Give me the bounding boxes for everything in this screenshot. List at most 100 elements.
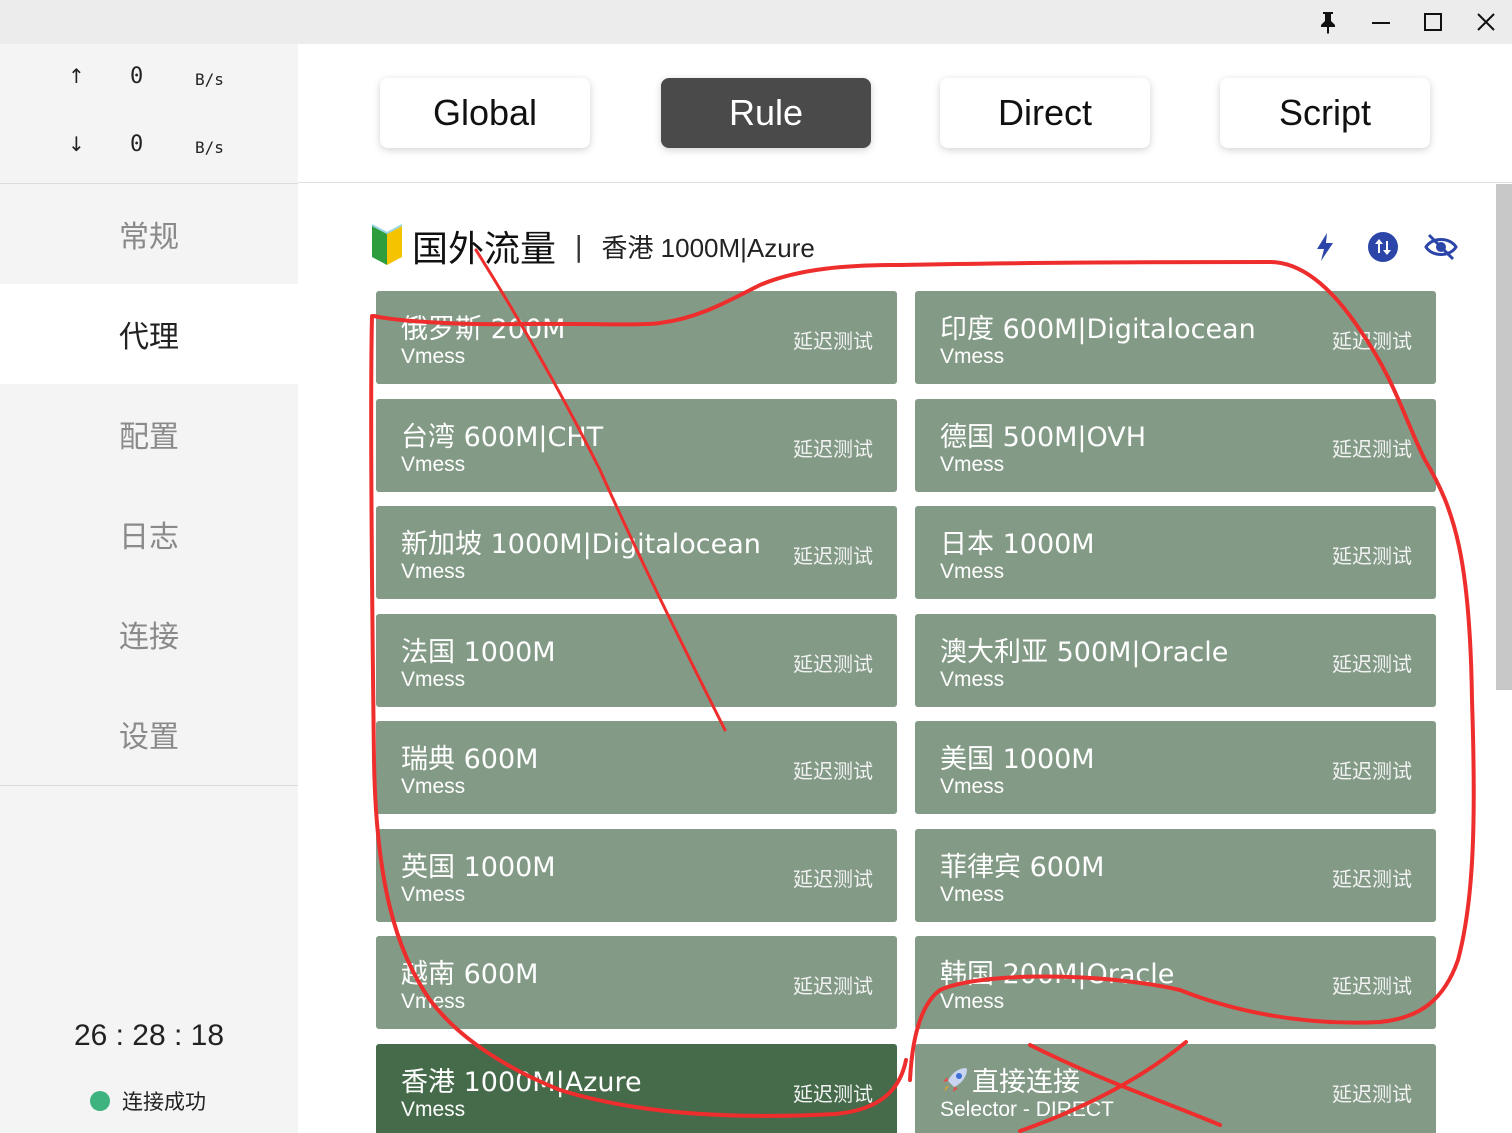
proxy-name-text: 瑞典 600M <box>401 744 539 775</box>
download-arrow-icon: ↓ <box>68 132 85 156</box>
latency-test-button[interactable]: 延迟测试 <box>1332 433 1412 462</box>
proxy-card[interactable]: 台湾 600M|CHT Vmess 延迟测试 <box>376 398 897 492</box>
proxy-name: 法国 1000M <box>401 630 556 669</box>
proxy-type: Vmess <box>940 990 1005 1013</box>
nav-item-label: 常规 <box>119 220 179 255</box>
sort-swap-icon[interactable] <box>1366 230 1400 264</box>
latency-test-button[interactable]: 延迟测试 <box>793 540 873 569</box>
proxy-card[interactable]: 越南 600M Vmess 延迟测试 <box>376 936 897 1029</box>
proxy-card[interactable]: 法国 1000M Vmess 延迟测试 <box>376 613 897 707</box>
sidebar: ↑ 0 B/s ↓ 0 B/s 常规 代理 配置 日志 连接 设置 26 : 2… <box>0 44 298 1133</box>
latency-test-button[interactable]: 延迟测试 <box>1332 755 1412 784</box>
upload-unit: B/s <box>195 70 224 89</box>
mode-script-button[interactable]: Script <box>1220 78 1430 148</box>
proxy-card[interactable]: 瑞典 600M Vmess 延迟测试 <box>376 721 897 814</box>
connection-status: 连接成功 <box>90 1086 206 1116</box>
nav-item-profiles[interactable]: 配置 <box>0 384 298 484</box>
proxy-type: Vmess <box>401 882 466 906</box>
proxy-name-text: 印度 600M|Digitalocean <box>940 314 1256 345</box>
nav-item-logs[interactable]: 日志 <box>0 484 298 584</box>
upload-arrow-icon: ↑ <box>68 64 85 88</box>
lightning-icon[interactable] <box>1308 230 1342 264</box>
nav-item-label: 日志 <box>119 520 179 555</box>
proxy-name-text: 澳大利亚 500M|Oracle <box>940 636 1229 668</box>
nav-item-settings[interactable]: 设置 <box>0 684 298 784</box>
proxy-type: Vmess <box>401 560 466 583</box>
proxy-card[interactable]: 直接连接 Selector - DIRECT 延迟测试 <box>915 1043 1436 1133</box>
proxy-card[interactable]: 印度 600M|Digitalocean Vmess 延迟测试 <box>915 291 1436 384</box>
proxy-group-header: 国外流量 | 香港 1000M|Azure <box>370 216 815 276</box>
proxy-card[interactable]: 俄罗斯 200M Vmess 延迟测试 <box>376 291 897 384</box>
proxy-name-text: 韩国 200M|Oracle <box>940 959 1175 990</box>
mode-direct-button[interactable]: Direct <box>940 78 1150 148</box>
pin-icon[interactable] <box>1308 4 1348 40</box>
download-unit: B/s <box>195 138 224 157</box>
proxy-card[interactable]: 澳大利亚 500M|Oracle Vmess 延迟测试 <box>915 613 1436 707</box>
proxy-card[interactable]: 日本 1000M Vmess 延迟测试 <box>915 506 1436 599</box>
proxy-card[interactable]: 英国 1000M Vmess 延迟测试 <box>376 828 897 922</box>
proxy-name: 韩国 200M|Oracle <box>940 952 1174 991</box>
proxy-name-text: 俄罗斯 200M <box>401 314 566 345</box>
download-value: 0 <box>130 132 144 157</box>
proxy-name-text: 直接连接 <box>972 1066 1080 1098</box>
minimize-icon[interactable] <box>1361 4 1401 40</box>
proxy-card[interactable]: 新加坡 1000M|Digitalocean Vmess 延迟测试 <box>376 506 897 599</box>
proxy-card[interactable]: 菲律宾 600M Vmess 延迟测试 <box>915 828 1436 922</box>
nav-item-proxy[interactable]: 代理 <box>0 284 298 384</box>
group-separator: | <box>574 229 584 263</box>
proxy-card[interactable]: 美国 1000M Vmess 延迟测试 <box>915 721 1436 814</box>
latency-test-button[interactable]: 延迟测试 <box>1332 970 1412 999</box>
proxy-name: 英国 1000M <box>401 845 556 884</box>
mode-rule-button[interactable]: Rule <box>661 78 871 148</box>
proxy-name: 瑞典 600M <box>401 737 538 776</box>
latency-test-button[interactable]: 延迟测试 <box>793 970 873 999</box>
proxy-name-text: 新加坡 1000M|Digitalocean <box>401 529 761 560</box>
nav-item-general[interactable]: 常规 <box>0 184 298 284</box>
traffic-panel: ↑ 0 B/s ↓ 0 B/s <box>0 44 298 184</box>
latency-test-button[interactable]: 延迟测试 <box>793 863 873 892</box>
proxy-type: Vmess <box>940 452 1005 476</box>
nav-item-label: 代理 <box>119 320 179 355</box>
main-panel: Global Rule Direct Script 国外流量 | 香港 1000… <box>298 44 1512 1133</box>
proxy-type: Vmess <box>401 775 466 798</box>
latency-test-button[interactable]: 延迟测试 <box>1332 1078 1412 1107</box>
group-title: 国外流量 <box>412 229 557 270</box>
proxy-name: 新加坡 1000M|Digitalocean <box>401 522 761 561</box>
proxy-type: Vmess <box>401 1097 466 1121</box>
proxy-type: Vmess <box>940 560 1005 583</box>
nav-item-connections[interactable]: 连接 <box>0 584 298 684</box>
latency-test-button[interactable]: 延迟测试 <box>793 755 873 784</box>
latency-test-button[interactable]: 延迟测试 <box>793 325 873 354</box>
mode-global-button[interactable]: Global <box>380 78 590 148</box>
proxy-type: Vmess <box>401 667 466 691</box>
nav-divider <box>0 785 298 786</box>
latency-test-button[interactable]: 延迟测试 <box>793 433 873 462</box>
proxy-card[interactable]: 德国 500M|OVH Vmess 延迟测试 <box>915 398 1436 492</box>
proxy-name: 台湾 600M|CHT <box>401 415 603 454</box>
latency-test-button[interactable]: 延迟测试 <box>1332 540 1412 569</box>
title-bar <box>0 0 1512 44</box>
latency-test-button[interactable]: 延迟测试 <box>793 1078 873 1107</box>
rocket-icon <box>940 1067 972 1098</box>
close-icon[interactable] <box>1466 4 1506 40</box>
eye-slash-icon[interactable] <box>1424 230 1458 264</box>
proxy-card[interactable]: 韩国 200M|Oracle Vmess 延迟测试 <box>915 936 1436 1029</box>
nav-item-label: 连接 <box>119 620 179 655</box>
scrollbar-thumb[interactable] <box>1496 184 1512 690</box>
proxy-name-text: 香港 1000M|Azure <box>401 1066 642 1098</box>
maximize-icon[interactable] <box>1413 4 1453 40</box>
mode-bar: Global Rule Direct Script <box>298 44 1512 183</box>
latency-test-button[interactable]: 延迟测试 <box>1332 863 1412 892</box>
proxy-name: 日本 1000M <box>940 522 1095 561</box>
proxy-type: Vmess <box>940 345 1005 368</box>
upload-value: 0 <box>130 64 144 89</box>
proxy-name: 印度 600M|Digitalocean <box>940 307 1256 346</box>
proxy-card[interactable]: 香港 1000M|Azure Vmess 延迟测试 <box>376 1043 897 1133</box>
proxy-type: Vmess <box>401 990 466 1013</box>
latency-test-button[interactable]: 延迟测试 <box>1332 648 1412 677</box>
proxy-name-text: 法国 1000M <box>401 636 556 668</box>
group-actions <box>1308 230 1458 264</box>
latency-test-button[interactable]: 延迟测试 <box>1332 325 1412 354</box>
proxy-name-text: 英国 1000M <box>401 851 556 883</box>
latency-test-button[interactable]: 延迟测试 <box>793 648 873 677</box>
